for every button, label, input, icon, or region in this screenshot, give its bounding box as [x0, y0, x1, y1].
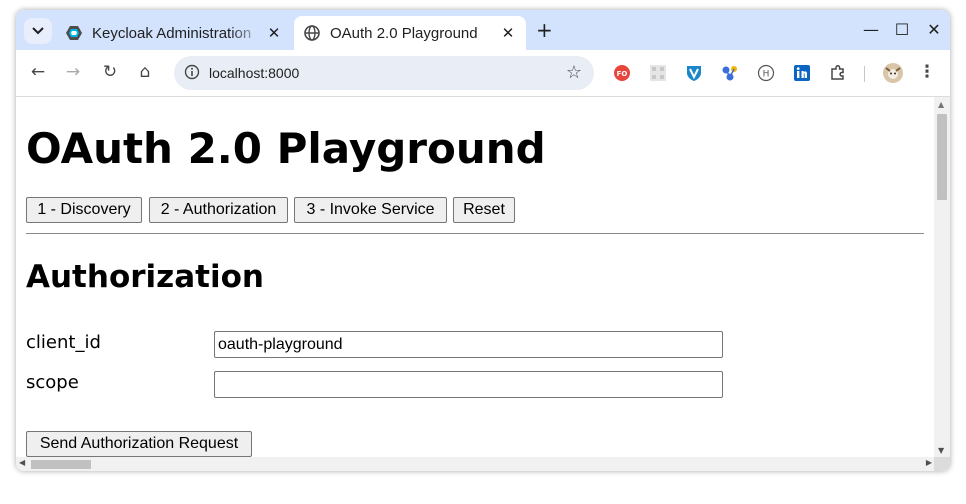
keycloak-favicon-icon: [66, 25, 82, 41]
new-tab-button[interactable]: +: [536, 18, 553, 42]
minimize-button[interactable]: —: [861, 20, 881, 39]
browser-window: Keycloak Administration ✕ OAuth 2.0 Play…: [16, 10, 950, 471]
profile-avatar-icon[interactable]: [882, 62, 904, 84]
tab-title: OAuth 2.0 Playground: [330, 24, 478, 42]
tab-strip: Keycloak Administration ✕ OAuth 2.0 Play…: [16, 10, 950, 50]
client-id-input[interactable]: [214, 331, 723, 358]
scroll-left-arrow-icon[interactable]: ◀: [19, 458, 25, 467]
tab-title: Keycloak Administration: [92, 24, 252, 42]
toolbar-separator: [864, 66, 865, 82]
invoke-service-button[interactable]: 3 - Invoke Service: [294, 197, 447, 223]
network-extension-icon[interactable]: [721, 64, 739, 82]
tab-keycloak[interactable]: Keycloak Administration ✕: [56, 16, 292, 50]
vertical-scroll-thumb[interactable]: [937, 114, 947, 200]
close-window-button[interactable]: ✕: [924, 20, 944, 39]
chevron-down-icon: [32, 27, 44, 35]
section-title: Authorization: [26, 259, 264, 295]
address-bar[interactable]: localhost:8000 ☆: [174, 56, 594, 90]
authorization-button[interactable]: 2 - Authorization: [149, 197, 288, 223]
url-text: localhost:8000: [209, 65, 300, 81]
client-id-label: client_id: [26, 332, 101, 353]
fo-extension-icon[interactable]: FO: [613, 64, 631, 82]
scrollbar-corner: [934, 457, 950, 471]
close-tab-icon[interactable]: ✕: [498, 24, 518, 42]
bookmark-star-icon[interactable]: ☆: [566, 62, 582, 83]
site-info-icon[interactable]: [184, 64, 200, 80]
send-authorization-request-button[interactable]: Send Authorization Request: [26, 431, 252, 457]
reload-button[interactable]: ↻: [99, 62, 121, 82]
browser-menu-button[interactable]: ⋮: [916, 62, 938, 82]
scope-input[interactable]: [214, 371, 723, 398]
grid-extension-icon[interactable]: [649, 64, 667, 82]
maximize-button[interactable]: ☐: [892, 20, 912, 39]
tab-oauth-playground[interactable]: OAuth 2.0 Playground ✕: [294, 16, 526, 50]
svg-text:H: H: [763, 70, 770, 80]
home-button[interactable]: ⌂: [134, 62, 156, 82]
close-tab-icon[interactable]: ✕: [264, 24, 284, 42]
forward-button[interactable]: →: [62, 62, 84, 82]
scope-label: scope: [26, 372, 79, 393]
page-title: OAuth 2.0 Playground: [26, 124, 546, 173]
browser-toolbar: ← → ↻ ⌂ localhost:8000 ☆ FO H ⋮: [16, 50, 950, 96]
discovery-button[interactable]: 1 - Discovery: [26, 197, 142, 223]
puzzle-extension-icon[interactable]: [829, 64, 847, 82]
shield-v-extension-icon[interactable]: [685, 64, 703, 82]
tab-search-button[interactable]: [24, 18, 52, 44]
page-content: OAuth 2.0 Playground 1 - Discovery 2 - A…: [16, 97, 934, 457]
globe-icon: [304, 25, 320, 41]
horizontal-rule: [26, 233, 924, 234]
vertical-scrollbar[interactable]: ▲ ▼: [934, 97, 950, 457]
svg-text:FO: FO: [617, 70, 628, 78]
horizontal-scrollbar[interactable]: ◀ ▶: [16, 457, 934, 471]
horizontal-scroll-thumb[interactable]: [31, 460, 91, 469]
scroll-right-arrow-icon[interactable]: ▶: [926, 458, 932, 467]
reset-button[interactable]: Reset: [453, 197, 515, 223]
linkedin-extension-icon[interactable]: [793, 64, 811, 82]
scroll-up-arrow-icon[interactable]: ▲: [938, 100, 944, 109]
back-button[interactable]: ←: [27, 62, 49, 82]
scroll-down-arrow-icon[interactable]: ▼: [938, 446, 944, 455]
h-circle-extension-icon[interactable]: H: [757, 64, 775, 82]
